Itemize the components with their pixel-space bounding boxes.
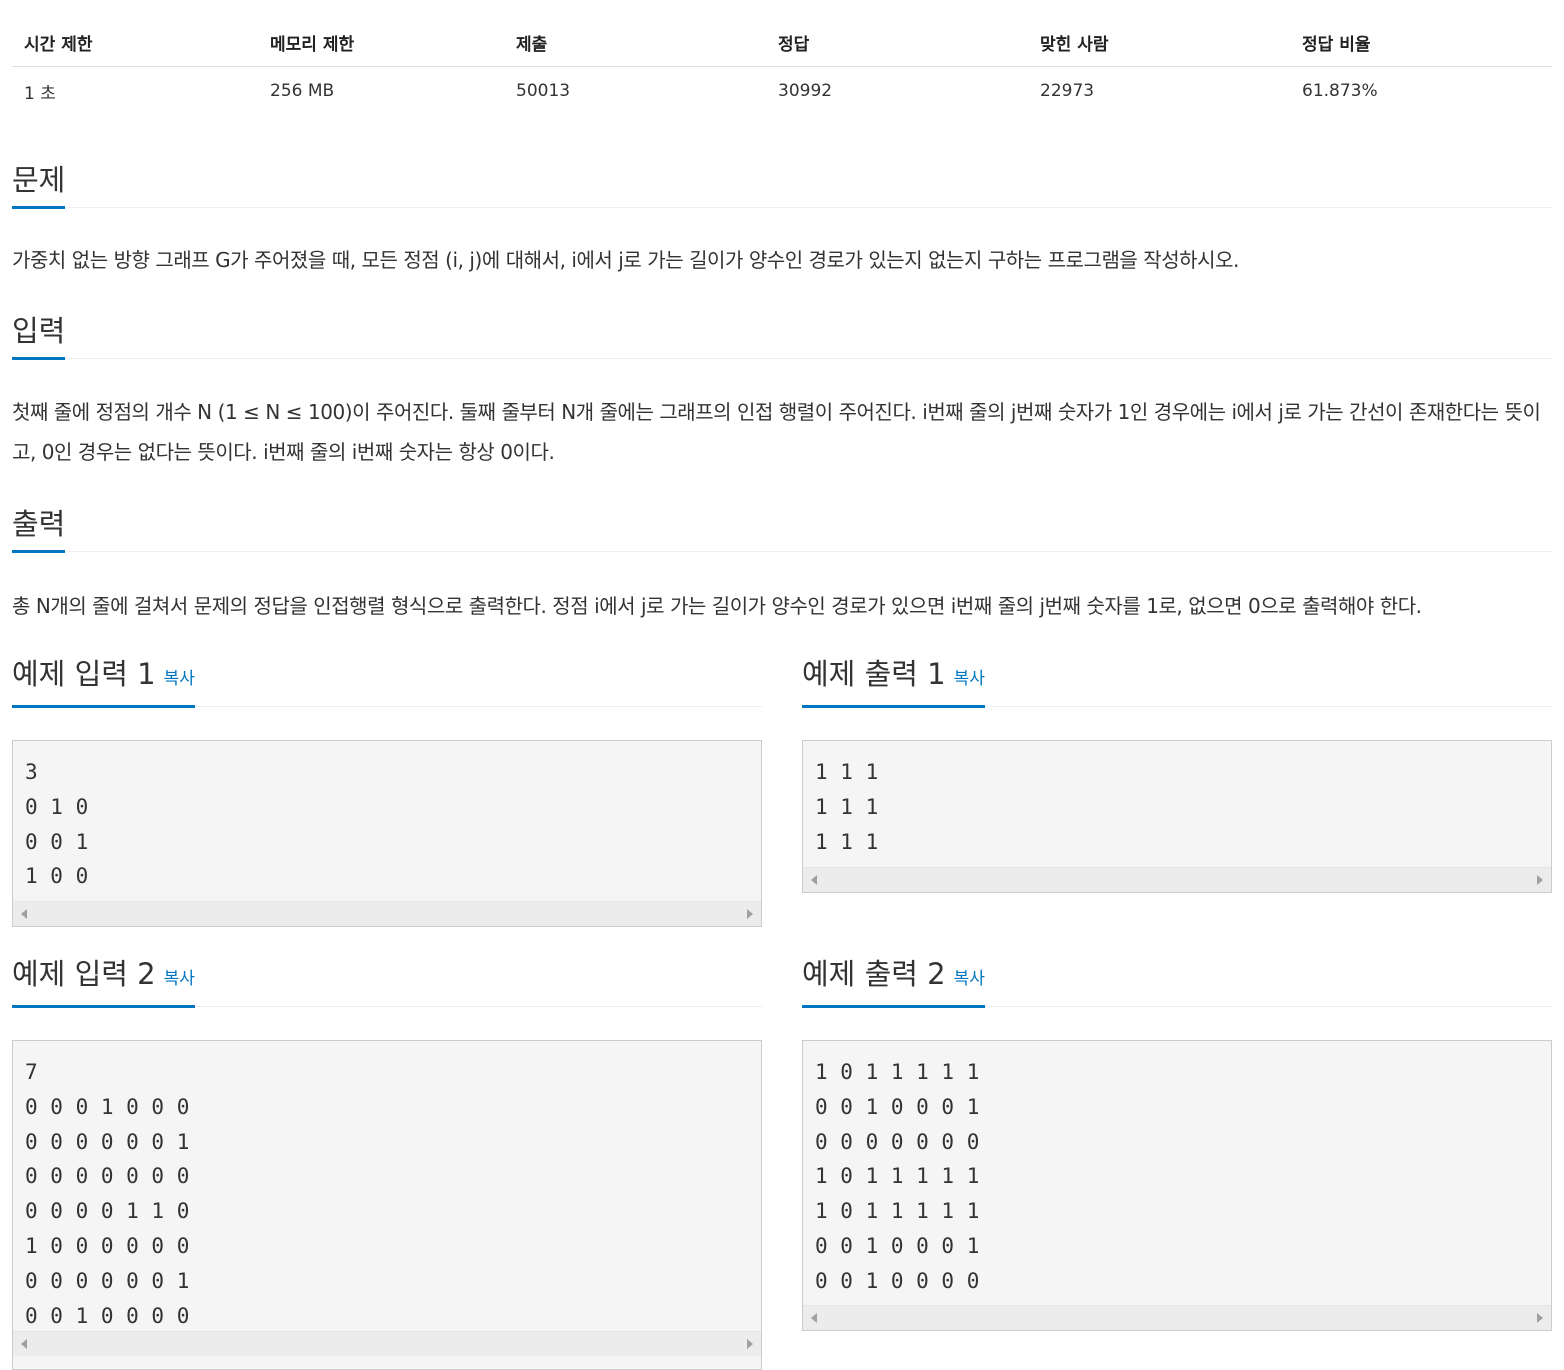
scroll-left-icon[interactable] bbox=[811, 1313, 817, 1323]
sample-input-2-header: 예제 입력 2 복사 bbox=[12, 957, 762, 1008]
sample-input-2-scrollbar[interactable] bbox=[13, 1331, 761, 1356]
sample-input-2-title-text: 예제 입력 2 bbox=[12, 957, 156, 991]
sample-output-2-scrollbar[interactable] bbox=[803, 1305, 1551, 1330]
sample-input-2-content: 7 0 0 0 1 0 0 0 0 0 0 0 0 0 1 0 0 0 0 0 … bbox=[25, 1060, 190, 1328]
scroll-right-icon[interactable] bbox=[747, 909, 753, 919]
output-section-header: 출력 bbox=[12, 504, 1552, 553]
stats-value-solvers: 22973 bbox=[1040, 81, 1095, 101]
problem-stats-table: 시간 제한 메모리 제한 제출 정답 맞힌 사람 정답 비율 1 초 256 M… bbox=[12, 18, 1552, 115]
sample-output-2-header: 예제 출력 2 복사 bbox=[802, 957, 1552, 1008]
sample-input-2-title: 예제 입력 2 복사 bbox=[12, 954, 195, 1008]
stats-header-time-limit: 시간 제한 bbox=[24, 34, 93, 55]
problem-description: 가중치 없는 방향 그래프 G가 주어졌을 때, 모든 정점 (i, j)에 대… bbox=[12, 248, 1239, 272]
sample-input-2-box[interactable]: 7 0 0 0 1 0 0 0 0 0 0 0 0 0 1 0 0 0 0 0 … bbox=[12, 1040, 762, 1370]
output-section-title: 출력 bbox=[12, 504, 66, 553]
stats-value-submissions: 50013 bbox=[516, 81, 571, 101]
sample-input-1-content: 3 0 1 0 0 0 1 1 0 0 bbox=[25, 760, 89, 889]
stats-header-accepted: 정답 bbox=[778, 34, 810, 55]
stats-header-row: 시간 제한 메모리 제한 제출 정답 맞힌 사람 정답 비율 bbox=[12, 18, 1552, 67]
sample-output-1-header: 예제 출력 1 복사 bbox=[802, 657, 1552, 708]
stats-value-row: 1 초 256 MB 50013 30992 22973 61.873% bbox=[12, 67, 1552, 115]
sample-input-1-title-text: 예제 입력 1 bbox=[12, 657, 156, 691]
sample-output-1-scrollbar[interactable] bbox=[803, 867, 1551, 892]
sample-input-2-copy-link[interactable]: 복사 bbox=[164, 969, 195, 989]
stats-header-accept-ratio: 정답 비율 bbox=[1302, 34, 1371, 55]
sample-input-1-copy-link[interactable]: 복사 bbox=[164, 669, 195, 689]
sample-input-1-box[interactable]: 3 0 1 0 0 0 1 1 0 0 bbox=[12, 740, 762, 927]
scroll-right-icon[interactable] bbox=[1537, 1313, 1543, 1323]
sample-output-1-title: 예제 출력 1 복사 bbox=[802, 654, 985, 708]
output-description: 총 N개의 줄에 걸쳐서 문제의 정답을 인접행렬 형식으로 출력한다. 정점 … bbox=[12, 594, 1422, 618]
scroll-left-icon[interactable] bbox=[21, 909, 27, 919]
scroll-left-icon[interactable] bbox=[21, 1339, 27, 1349]
input-section-title: 입력 bbox=[12, 311, 66, 360]
sample-input-1-title: 예제 입력 1 복사 bbox=[12, 654, 195, 708]
sample-output-2-title: 예제 출력 2 복사 bbox=[802, 954, 985, 1008]
stats-header-submissions: 제출 bbox=[516, 34, 548, 55]
scroll-right-icon[interactable] bbox=[747, 1339, 753, 1349]
stats-header-memory-limit: 메모리 제한 bbox=[270, 34, 355, 55]
stats-value-memory-limit: 256 MB bbox=[270, 81, 335, 101]
scroll-left-icon[interactable] bbox=[811, 875, 817, 885]
scroll-right-icon[interactable] bbox=[1537, 875, 1543, 885]
sample-output-2-box[interactable]: 1 0 1 1 1 1 1 0 0 1 0 0 0 1 0 0 0 0 0 0 … bbox=[802, 1040, 1552, 1331]
sample-output-2-content: 1 0 1 1 1 1 1 0 0 1 0 0 0 1 0 0 0 0 0 0 … bbox=[815, 1060, 980, 1293]
sample-output-1-content: 1 1 1 1 1 1 1 1 1 bbox=[815, 760, 879, 854]
sample-output-1-box[interactable]: 1 1 1 1 1 1 1 1 1 bbox=[802, 740, 1552, 893]
stats-value-accepted: 30992 bbox=[778, 81, 833, 101]
stats-value-accept-ratio: 61.873% bbox=[1302, 81, 1378, 101]
stats-header-solvers: 맞힌 사람 bbox=[1040, 34, 1109, 55]
sample-output-2-copy-link[interactable]: 복사 bbox=[954, 969, 985, 989]
stats-value-time-limit: 1 초 bbox=[24, 83, 56, 104]
problem-section-title: 문제 bbox=[12, 160, 66, 209]
sample-input-1-scrollbar[interactable] bbox=[13, 901, 761, 926]
sample-output-1-copy-link[interactable]: 복사 bbox=[954, 669, 985, 689]
sample-output-2-title-text: 예제 출력 2 bbox=[802, 957, 946, 991]
sample-input-1-header: 예제 입력 1 복사 bbox=[12, 657, 762, 708]
input-section-header: 입력 bbox=[12, 311, 1552, 360]
sample-output-1-title-text: 예제 출력 1 bbox=[802, 657, 946, 691]
input-description: 첫째 줄에 정점의 개수 N (1 ≤ N ≤ 100)이 주어진다. 둘째 줄… bbox=[12, 400, 1541, 464]
problem-section-header: 문제 bbox=[12, 160, 1552, 209]
